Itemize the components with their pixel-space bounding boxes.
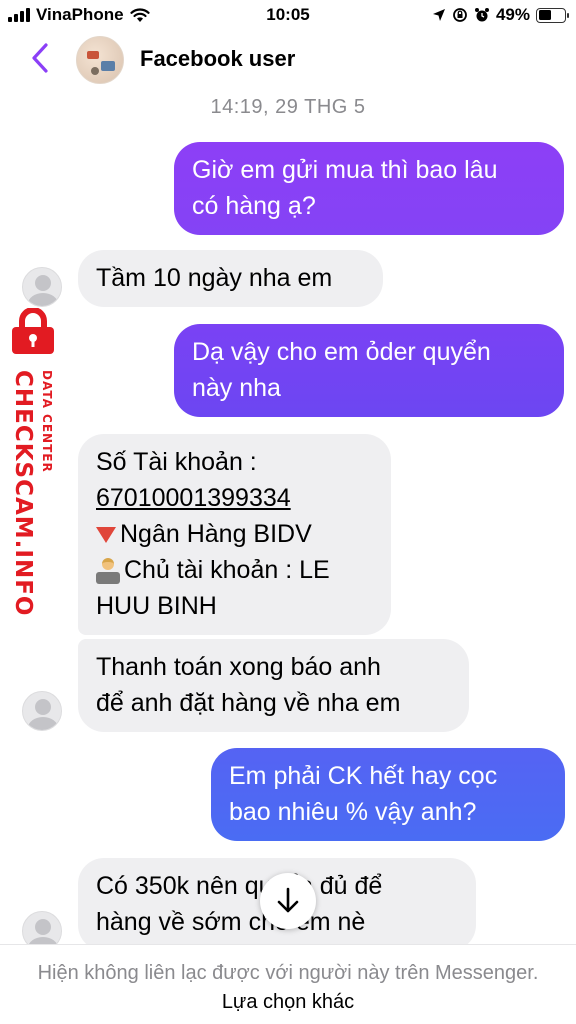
footer-notice: Hiện không liên lạc được với người này t… [30, 959, 546, 1017]
location-arrow-icon [432, 9, 445, 21]
message-text: này nha [192, 374, 281, 402]
watermark-text: CHECKSCAM.INFO DATA CENTER [4, 360, 64, 616]
message-text: HUU BINH [96, 592, 217, 620]
battery-fill [538, 10, 551, 20]
message-text: Giờ em gửi mua thì bao lâu [192, 156, 498, 184]
sender-avatar[interactable] [22, 267, 62, 307]
watermark-main: CHECKSCAM.INFO [10, 370, 36, 617]
notice-text: Hiện không liên lạc được với người này t… [37, 962, 539, 984]
battery-percent: 49% [495, 5, 530, 24]
battery-icon [536, 7, 569, 23]
status-bar: VinaPhone 10:05 49% [0, 0, 576, 30]
message-text: Tầm 10 ngày nha em [96, 264, 333, 292]
other-options-link[interactable]: Lựa chọn khác [222, 991, 354, 1013]
message-bubble-received[interactable]: Tầm 10 ngày nha em [78, 250, 383, 307]
message-bubble-received[interactable]: Thanh toán xong báo anh để anh đặt hàng … [78, 639, 469, 732]
back-chevron-icon[interactable] [26, 40, 58, 76]
arrow-down-icon [277, 887, 299, 913]
message-bubble-received[interactable]: Số Tài khoản : 67010001399334 Ngân Hàng … [78, 434, 391, 635]
owner-line: Chủ tài khoản : LE [96, 552, 373, 588]
scroll-down-button[interactable] [260, 873, 316, 929]
bank-line: Ngân Hàng BIDV [96, 516, 373, 552]
message-timestamp: 14:19, 29 THG 5 [210, 96, 366, 118]
message-text: bao nhiêu % vậy anh? [229, 798, 477, 826]
contact-avatar[interactable] [76, 36, 124, 84]
sender-avatar[interactable] [22, 691, 62, 731]
alarm-icon [474, 8, 489, 22]
message-text: Em phải CK hết hay cọc [229, 762, 498, 790]
message-text: Thanh toán xong báo anh [96, 653, 381, 681]
message-text: Số Tài khoản : [96, 448, 257, 476]
rotation-lock-icon [453, 8, 467, 22]
red-triangle-icon [96, 527, 116, 544]
message-bubble-sent[interactable]: Giờ em gửi mua thì bao lâu có hàng ạ? [174, 142, 564, 235]
message-text: Ngân Hàng BIDV [120, 520, 312, 548]
message-text: để anh đặt hàng về nha em [96, 689, 401, 717]
status-right: 49% [432, 5, 569, 25]
message-text: Chủ tài khoản : LE [124, 556, 330, 584]
message-text: có hàng ạ? [192, 192, 316, 220]
unavailable-footer: Hiện không liên lạc được với người này t… [0, 944, 576, 1024]
message-text: Dạ vậy cho em ỏder quyển [192, 338, 491, 366]
account-number-link[interactable]: 67010001399334 [96, 480, 373, 516]
watermark-sub: DATA CENTER [40, 370, 54, 473]
contact-name[interactable]: Facebook user [140, 46, 295, 72]
message-bubble-sent[interactable]: Em phải CK hết hay cọc bao nhiêu % vậy a… [211, 748, 565, 841]
technologist-emoji-icon [96, 558, 120, 585]
padlock-icon [12, 308, 54, 354]
chat-header: Facebook user [0, 30, 576, 88]
message-bubble-sent[interactable]: Dạ vậy cho em ỏder quyển này nha [174, 324, 564, 417]
checkscam-watermark: CHECKSCAM.INFO DATA CENTER [4, 308, 64, 616]
